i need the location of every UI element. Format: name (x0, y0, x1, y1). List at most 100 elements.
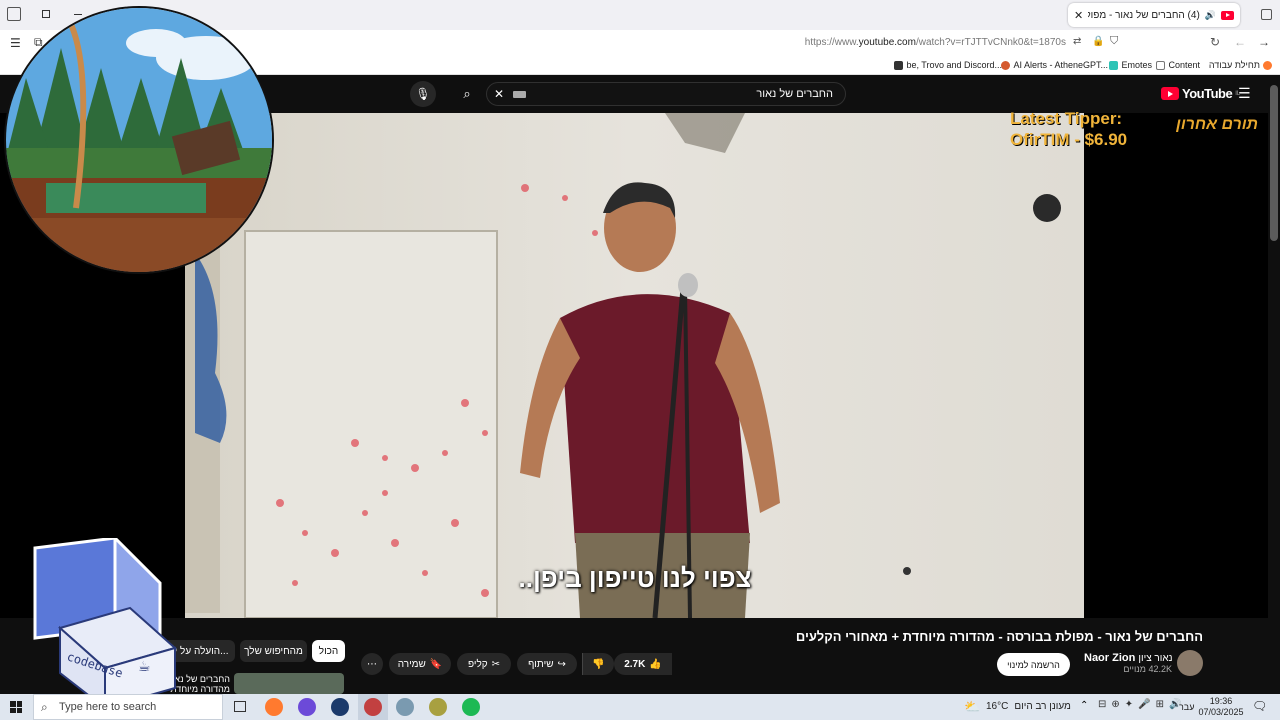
lock-icon[interactable]: 🔒 (1092, 36, 1104, 47)
subscriber-count: 42.2K מנויים (1123, 664, 1172, 674)
steam-icon[interactable] (331, 698, 349, 716)
video-frame-image (185, 113, 1084, 618)
weather-icon[interactable]: ⛅ (964, 699, 980, 715)
taskbar-search-input[interactable]: ⌕ Type here to search (33, 694, 223, 720)
weather-widget[interactable]: 16°C מעונן רב היום (986, 701, 1071, 712)
menu-icon[interactable]: ☰ (10, 36, 21, 50)
codebase-cube-image (33, 534, 178, 711)
codebase-logo-overlay: codebase ☕ (30, 534, 180, 711)
channel-name: Naor Zion (1084, 652, 1136, 664)
dislike-button[interactable]: 👎 (582, 653, 614, 675)
save-button[interactable]: שמירה 🔖 (389, 653, 451, 675)
url-bar[interactable]: https://www.youtube.com/watch?v=rTJTTvCN… (805, 37, 1066, 48)
clear-search-icon[interactable]: ✕ (494, 87, 504, 101)
youtube-logo-icon (1161, 87, 1179, 100)
tab-title: (4) החברים של נאור - מפולת (1088, 9, 1200, 21)
tipper-label-he: תורם אחרון (1176, 116, 1259, 133)
windows-start-icon[interactable] (10, 701, 22, 713)
chip-all[interactable]: הכול (312, 640, 345, 662)
guide-menu-icon[interactable]: ☰ (1238, 85, 1251, 102)
subscribe-label: הרשמה למינוי (1007, 659, 1060, 670)
chip-label: הכול (318, 645, 339, 657)
shield-icon[interactable]: ⛉ (1110, 35, 1118, 48)
tab-list-icon[interactable] (1261, 9, 1272, 20)
close-tab-icon[interactable]: ✕ (1074, 9, 1083, 22)
bookmark-icon: 🔖 (429, 658, 443, 670)
spotify-icon[interactable] (462, 698, 480, 716)
bookmark-start-work[interactable]: תחילת עבודה (1209, 60, 1272, 70)
reload-icon[interactable]: ↻ (1210, 35, 1220, 49)
forward-icon[interactable]: ← (1234, 35, 1246, 49)
share-button[interactable]: שיתוף ↪ (517, 653, 577, 675)
search-icon[interactable]: ⌕ (449, 83, 485, 105)
channel-avatar[interactable] (1177, 650, 1203, 676)
channel-name-he: נאור ציון (1138, 653, 1173, 664)
firefox-icon[interactable] (265, 698, 283, 716)
url-path: /watch?v=rTJTTvCNnk0&t=1870s (915, 37, 1066, 48)
weather-temp: 16°C (986, 701, 1009, 712)
video-title: החברים של נאור - מפולת בבורסה - מהדורה מ… (795, 629, 1203, 644)
bookmark-label: AI Alerts - AtheneGPT... (1013, 60, 1108, 70)
clock[interactable]: 19:36 07/03/2025 (1198, 696, 1244, 718)
subscribe-button[interactable]: הרשמה למינוי (997, 653, 1070, 676)
tray-chevron-icon[interactable]: ⌃ (1080, 700, 1088, 711)
page-scrollbar[interactable] (1268, 75, 1280, 694)
chat-app-icon[interactable] (298, 698, 316, 716)
keyboard-icon[interactable] (513, 91, 526, 98)
bookmark-label: Content (1168, 60, 1200, 70)
clip-button[interactable]: קליפ ✂ (457, 653, 511, 675)
bookmark-ai-alerts[interactable]: AI Alerts - AtheneGPT... (1001, 60, 1108, 70)
tipper-line-2: OfirTIM - $6.90 (1010, 130, 1128, 149)
weather-desc: מעונן רב היום (1014, 701, 1071, 712)
app-icon[interactable] (396, 698, 414, 716)
bookmark-label: Emotes (1121, 60, 1152, 70)
thumbs-up-icon: 👍 (649, 658, 662, 670)
share-icon: ↪ (557, 658, 566, 670)
minimize-icon[interactable] (74, 14, 82, 15)
suggested-thumbnail[interactable] (234, 673, 344, 694)
save-label: שמירה (397, 658, 426, 670)
obs-icon[interactable] (364, 698, 382, 716)
java-icon: ☕ (138, 658, 151, 674)
bookmark-discord[interactable]: be, Trovo and Discord... (894, 60, 1002, 70)
thumbs-down-icon: 👎 (592, 658, 605, 670)
youtube-logo-text: YouTube (1182, 86, 1233, 101)
ai-alerts-icon (1001, 60, 1011, 70)
tab-active[interactable]: 🔊 (4) החברים של נאור - מפולת ✕ (1068, 3, 1240, 27)
like-button[interactable]: 2.7K 👍 (614, 653, 672, 675)
url-domain: youtube.com (858, 37, 916, 48)
game-scene-image (6, 8, 272, 272)
video-subtitle: צפוי לנו טייפון ביפן.. (518, 563, 752, 593)
speaker-icon[interactable]: 🔊 (1205, 10, 1216, 21)
more-actions-button[interactable]: ⋯ (361, 653, 383, 675)
app-icon[interactable] (429, 698, 447, 716)
emotes-icon (1109, 60, 1119, 70)
notifications-icon[interactable]: 🗨 (1252, 699, 1267, 713)
reader-icon[interactable]: ⇄ (1073, 36, 1081, 47)
sidebar-toggle-icon[interactable] (7, 7, 21, 21)
search-input[interactable]: ⌕ ✕ החברים של נאור (463, 82, 846, 106)
chip-from-search[interactable]: מהחיפוש שלך (240, 640, 307, 662)
back-icon[interactable]: → (1258, 35, 1270, 49)
clip-label: קליפ (467, 658, 488, 670)
video-player[interactable] (185, 113, 1084, 618)
scrollbar-thumb[interactable] (1270, 85, 1278, 241)
webcam-overlay (4, 6, 274, 274)
tray-icons[interactable]: ⊟⊕✦🎤⊞🔊 (1098, 699, 1186, 710)
voice-search-icon[interactable]: 🎙 (410, 81, 436, 107)
clock-date: 07/03/2025 (1198, 707, 1244, 717)
bookmark-content[interactable]: Content (1156, 60, 1200, 70)
restore-window-icon[interactable] (42, 10, 50, 18)
task-view-icon[interactable] (234, 701, 246, 712)
bookmark-emotes[interactable]: Emotes (1109, 60, 1152, 70)
firefox-icon (1263, 60, 1272, 70)
search-icon: ⌕ (41, 700, 48, 714)
url-prefix: https://www. (804, 37, 859, 48)
scissors-icon: ✂ (491, 658, 501, 670)
language-indicator[interactable]: עבר (1179, 702, 1194, 712)
tipper-overlay: Latest Tipper: OfirTIM - $6.90 (1010, 108, 1160, 150)
channel-info[interactable]: Naor Zion נאור ציון 42.2K מנויים (1084, 652, 1173, 674)
bookmark-label: be, Trovo and Discord... (906, 60, 1002, 70)
search-value: החברים של נאור (756, 88, 833, 100)
youtube-logo[interactable]: YouTube IL (1161, 86, 1240, 101)
